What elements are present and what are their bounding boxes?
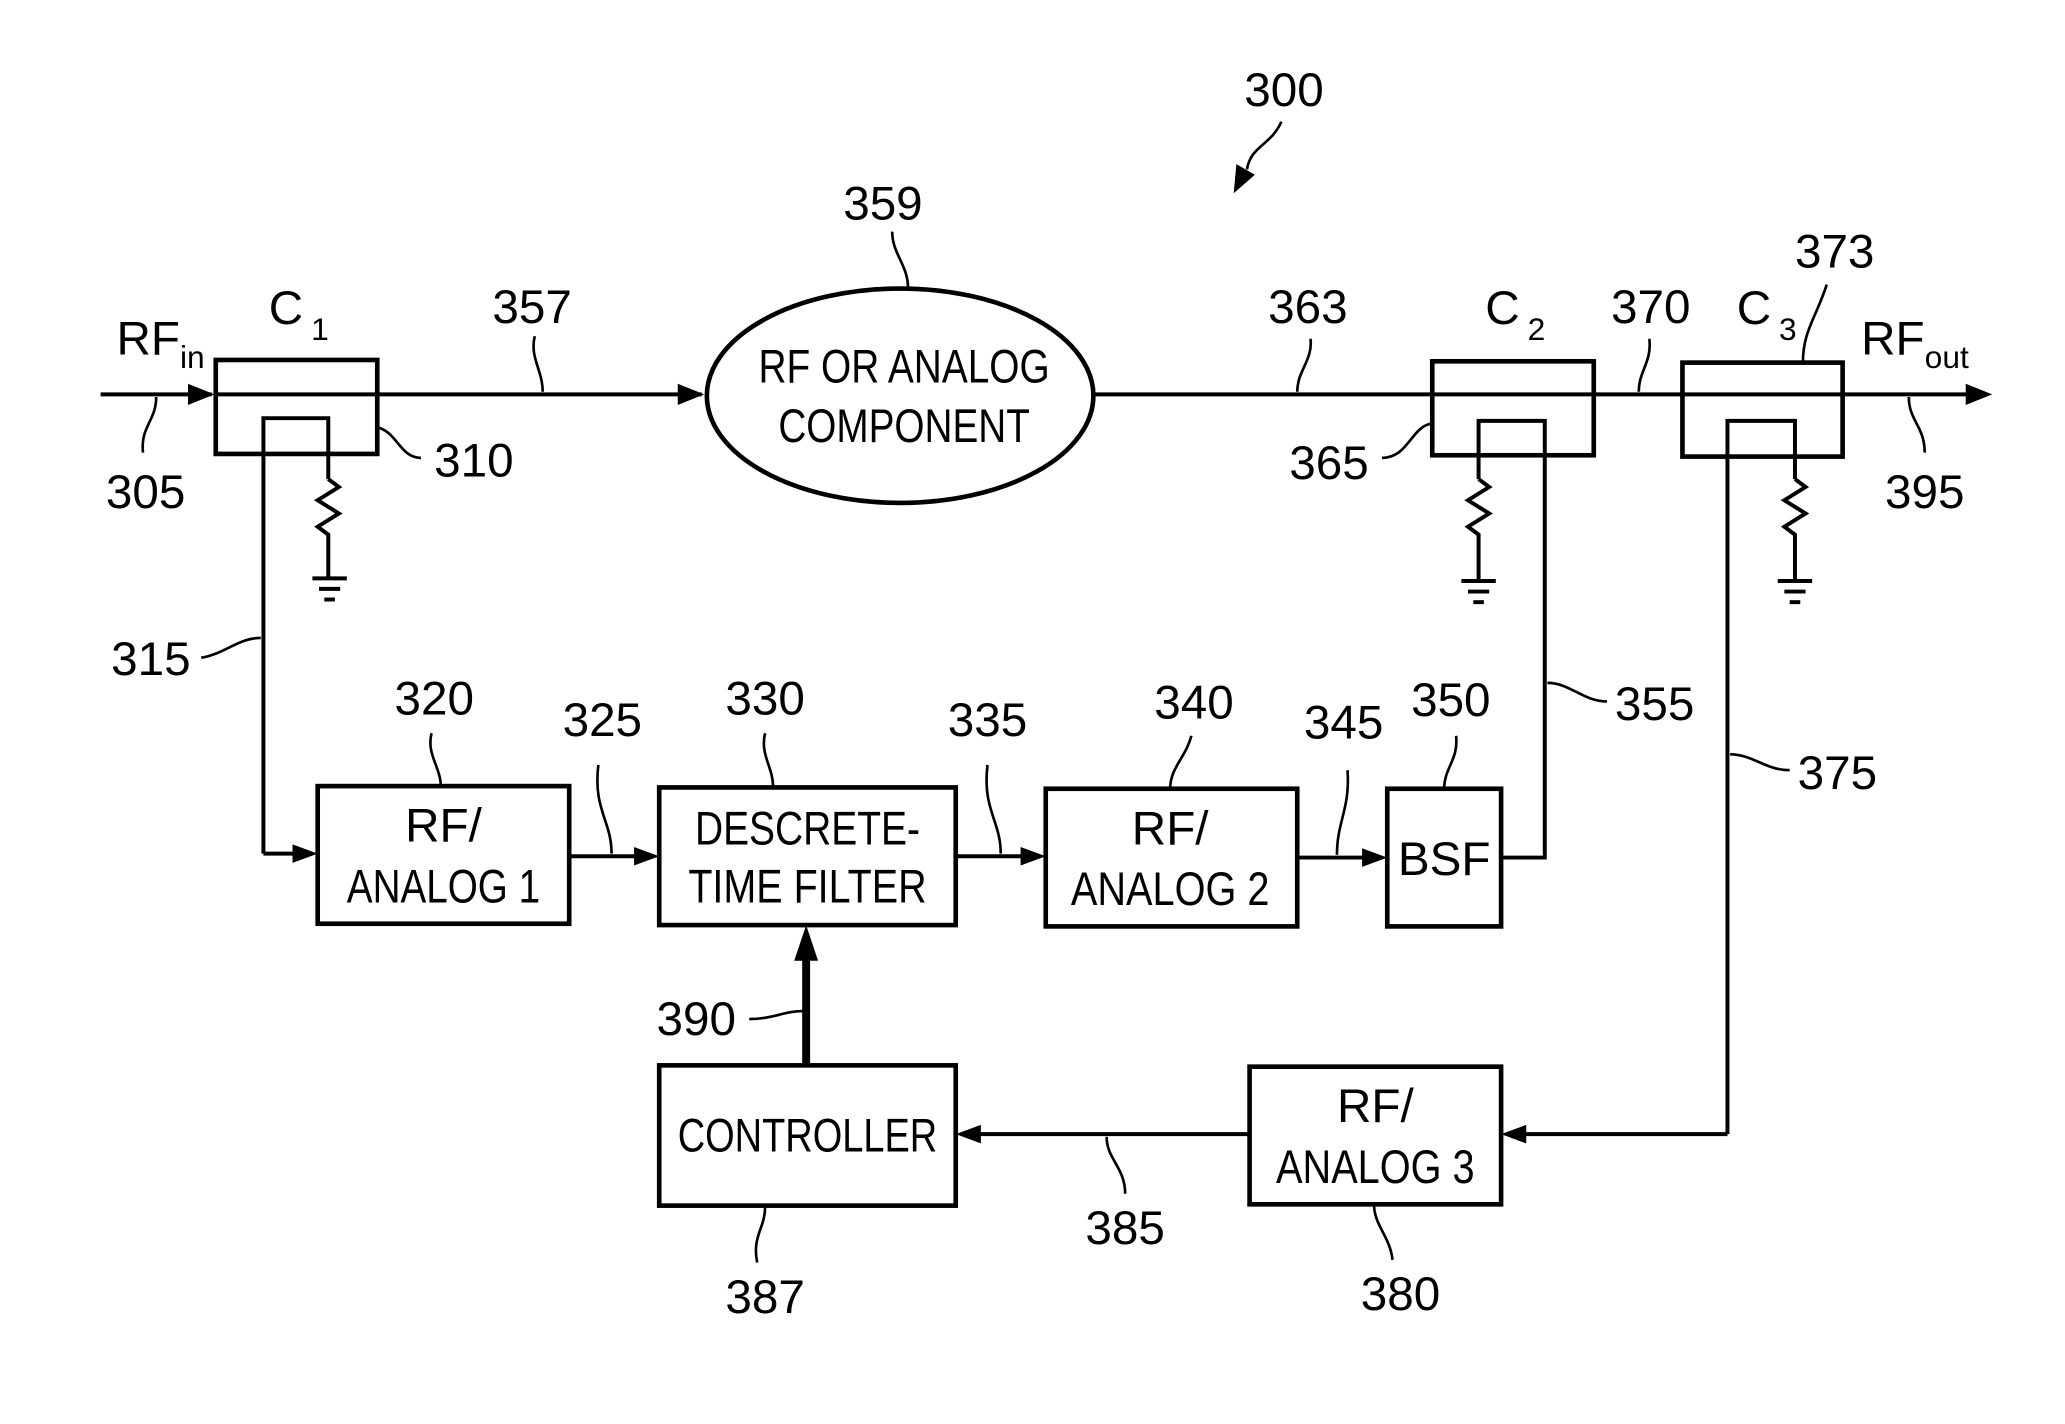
ref-355: 355	[1615, 678, 1694, 731]
filter-line2: TIME FILTER	[688, 861, 926, 914]
ref-315: 315	[111, 633, 190, 686]
controller-label: CONTROLLER	[678, 1109, 937, 1162]
c3-ground-icon	[1777, 578, 1813, 605]
ref-385: 385	[1085, 1202, 1164, 1255]
analog2-in-arrowhead	[1020, 846, 1046, 866]
ref-350: 350	[1411, 674, 1490, 727]
figure-ref-leader	[1245, 121, 1283, 170]
filter-control-arrowhead	[794, 925, 819, 961]
ref-330-leader	[762, 732, 775, 787]
component-line1: RF OR ANALOG	[758, 340, 1049, 393]
bsf-label: BSF	[1398, 833, 1491, 886]
coupler-c2-label: C2	[1485, 282, 1545, 347]
ref-340: 340	[1154, 677, 1233, 730]
ref-359: 359	[843, 178, 922, 231]
ref-363: 363	[1268, 281, 1347, 334]
figure-ref-arrow	[1233, 164, 1255, 194]
ref-365-leader	[1381, 422, 1433, 460]
coupler-c1	[213, 357, 380, 457]
ref-335: 335	[948, 694, 1027, 747]
figure-ref: 300	[1244, 64, 1323, 117]
ref-305-leader	[141, 396, 158, 453]
ref-357: 357	[492, 281, 571, 334]
analog3-in-arrowhead	[1501, 1124, 1527, 1144]
rf-analog-3-line1: RF/	[1337, 1080, 1414, 1133]
ref-315-leader	[200, 636, 261, 660]
ref-325: 325	[563, 694, 642, 747]
analog1-in-arrowhead	[292, 844, 318, 863]
rf-analog-component	[704, 286, 1096, 506]
ref-335-leader	[985, 764, 1003, 854]
ref-390-leader	[749, 1009, 804, 1021]
ref-380-leader	[1372, 1204, 1394, 1261]
ref-387: 387	[725, 1271, 804, 1324]
ref-310: 310	[434, 434, 513, 487]
ref-380: 380	[1361, 1268, 1440, 1321]
rf-out-label: RFout	[1861, 313, 1969, 375]
ref-385-leader	[1105, 1136, 1127, 1194]
ref-320: 320	[394, 673, 473, 726]
ref-370: 370	[1611, 281, 1690, 334]
ref-325-leader	[596, 764, 613, 854]
filter-line1: DESCRETE-	[695, 802, 920, 855]
component-line2: COMPONENT	[778, 400, 1030, 453]
rf-analog-1-line2: ANALOG 1	[347, 861, 540, 914]
ref-390: 390	[657, 993, 736, 1046]
rf-analog-2-line2: ANALOG 2	[1071, 863, 1270, 916]
coupler-c1-label: C1	[269, 282, 329, 347]
c3-termination-resistor	[1780, 477, 1810, 580]
ref-345-leader	[1335, 770, 1350, 855]
ref-359-leader	[890, 231, 910, 289]
ref-357-leader	[532, 335, 545, 392]
ref-305: 305	[106, 466, 185, 519]
ref-395: 395	[1885, 466, 1964, 519]
ref-355-leader	[1547, 681, 1608, 703]
ref-375: 375	[1798, 747, 1877, 800]
ref-350-leader	[1442, 735, 1458, 789]
comp-in-arrowhead	[677, 383, 705, 405]
rf-analog-2-line1: RF/	[1132, 802, 1209, 855]
coupler-c2	[1429, 358, 1597, 458]
ref-373-leader	[1801, 284, 1828, 363]
ref-330: 330	[725, 673, 804, 726]
block-diagram: 300 RFin 305 C1 310 357 RF OR ANALOG COM…	[100, 64, 1993, 1324]
ref-375-leader	[1730, 753, 1790, 772]
rf-in-label: RFin	[116, 313, 204, 375]
c1-termination-resistor	[313, 477, 343, 578]
ref-370-leader	[1637, 338, 1651, 392]
rf-analog-1-line1: RF/	[405, 800, 482, 853]
ref-310-leader	[376, 426, 422, 460]
ref-345: 345	[1304, 696, 1383, 749]
rf-analog-3-line2: ANALOG 3	[1276, 1141, 1475, 1194]
ref-373: 373	[1795, 225, 1874, 278]
filter-in-arrowhead	[634, 846, 660, 866]
ref-365: 365	[1289, 437, 1368, 490]
coupler-c3-label: C3	[1737, 282, 1797, 347]
ref-363-leader	[1295, 338, 1312, 392]
rf-out-arrowhead	[1965, 383, 1993, 405]
c2-termination-resistor	[1464, 477, 1493, 580]
c1-ground-icon	[312, 576, 347, 602]
bsf-in-arrowhead	[1362, 848, 1388, 867]
ref-320-leader	[429, 732, 443, 787]
controller-in-arrowhead	[955, 1124, 981, 1144]
ref-387-leader	[754, 1206, 767, 1263]
rf-in-arrowhead	[187, 383, 215, 405]
ref-340-leader	[1168, 735, 1193, 789]
ref-395-leader	[1907, 396, 1927, 453]
coupler-c3	[1680, 360, 1845, 459]
c2-ground-icon	[1461, 578, 1496, 605]
